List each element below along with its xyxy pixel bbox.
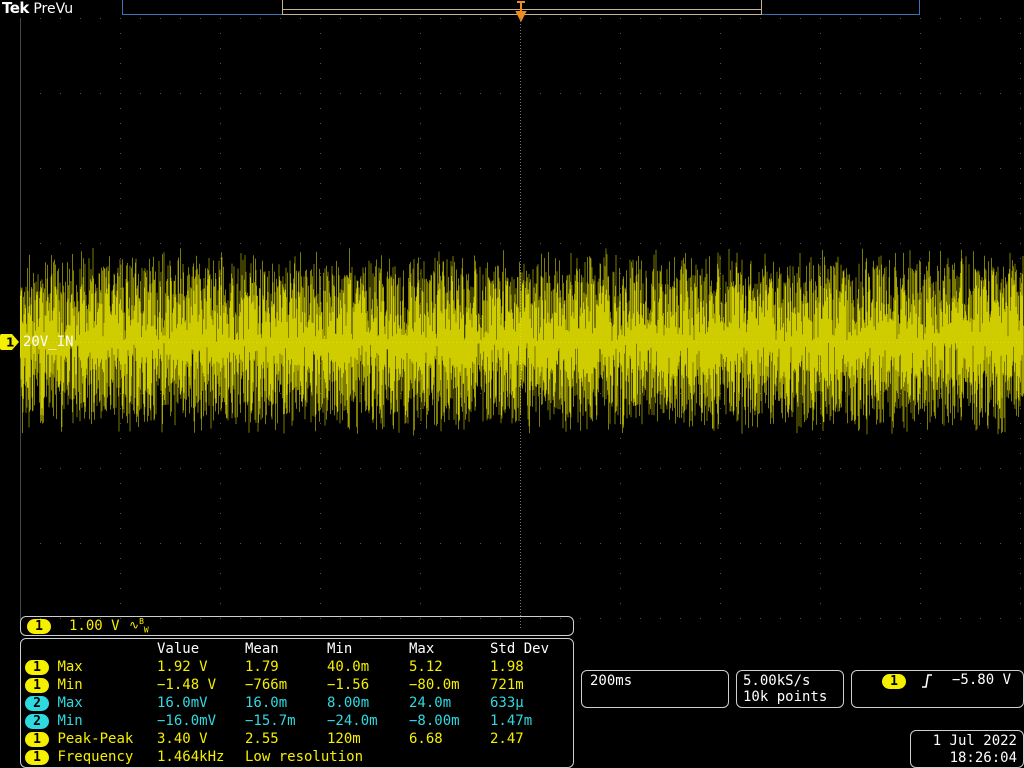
record-length: 10k points — [743, 689, 828, 705]
meas-channel-badge: 1 — [25, 750, 49, 765]
measurement-row[interactable]: 1 Frequency 1.464kHz Low resolution — [25, 748, 560, 766]
meas-min: −24.0m — [327, 713, 378, 729]
meas-std-dev: 2.47 — [490, 731, 524, 747]
meas-mean: 16.0m — [245, 695, 288, 711]
meas-channel-badge: 1 — [25, 732, 49, 747]
col-mean: Mean — [245, 641, 279, 657]
trigger-level: −5.80 V — [952, 672, 1012, 688]
trigger-source-badge: 1 — [882, 674, 906, 689]
tek-brand: Tek PreVu — [2, 0, 73, 17]
ch1-label: 20V_IN — [23, 334, 74, 350]
brand-logo: Tek — [2, 0, 29, 17]
measurement-row[interactable]: 1 Peak-Peak 3.40 V 2.55 120m 6.68 2.47 — [25, 730, 560, 748]
acquisition-readout[interactable]: 5.00kS/s 10k points — [736, 670, 844, 708]
time-per-div: 200ms — [590, 673, 633, 689]
ch1-noise-trace — [20, 248, 1024, 436]
meas-min: 8.00m — [327, 695, 370, 711]
meas-min: 120m — [327, 731, 361, 747]
meas-value: −16.0mV — [157, 713, 217, 729]
col-min: Min — [327, 641, 353, 657]
meas-min: −1.56 — [327, 677, 370, 693]
measurement-row[interactable]: 2 Min −16.0mV −15.7m −24.0m −8.00m 1.47m — [25, 712, 560, 730]
meas-max: 6.68 — [409, 731, 443, 747]
waveform-graticule — [20, 18, 1024, 630]
meas-std-dev: 1.98 — [490, 659, 524, 675]
meas-mean: Low resolution — [245, 749, 364, 765]
date-time-readout[interactable]: 1 Jul 2022 18:26:04 — [910, 730, 1024, 768]
meas-value: 16.0mV — [157, 695, 208, 711]
rising-edge-icon — [922, 674, 932, 688]
measurement-table[interactable]: Value Mean Min Max Std Dev 1 Max 1.92 V 1.… — [20, 638, 574, 768]
acquisition-mode: PreVu — [33, 1, 74, 17]
meas-max: −8.00m — [409, 713, 460, 729]
meas-max: −80.0m — [409, 677, 460, 693]
meas-max: 5.12 — [409, 659, 443, 675]
meas-channel-badge: 1 — [25, 660, 49, 675]
meas-name: Frequency — [57, 749, 134, 765]
meas-name: Min — [57, 713, 83, 729]
measurement-row[interactable]: 1 Min −1.48 V −766m −1.56 −80.0m 721m — [25, 676, 560, 694]
ch1-waveform-trace — [20, 248, 1024, 436]
meas-std-dev: 633μ — [490, 695, 524, 711]
meas-std-dev: 1.47m — [490, 713, 533, 729]
meas-channel-badge: 1 — [25, 678, 49, 693]
meas-name: Min — [57, 677, 83, 693]
meas-value: 3.40 V — [157, 731, 208, 747]
ch1-vertical-scale: 1.00 V — [69, 618, 120, 634]
meas-mean: −15.7m — [245, 713, 296, 729]
date: 1 Jul 2022 — [932, 733, 1017, 749]
col-value: Value — [157, 641, 200, 657]
col-std-dev: Std Dev — [490, 641, 550, 657]
meas-mean: 1.79 — [245, 659, 279, 675]
meas-mean: 2.55 — [245, 731, 279, 747]
svg-text:1: 1 — [6, 336, 14, 350]
meas-min: 40.0m — [327, 659, 370, 675]
bandwidth-limit-icon: ∿BW — [129, 617, 149, 635]
meas-name: Peak-Peak — [57, 731, 134, 747]
sample-rate: 5.00kS/s — [743, 673, 811, 689]
meas-std-dev: 721m — [490, 677, 524, 693]
measurement-header: Value Mean Min Max Std Dev — [25, 640, 560, 658]
time: 18:26:04 — [949, 750, 1017, 766]
meas-channel-badge: 2 — [25, 714, 49, 729]
horizontal-scale-readout[interactable]: 200ms — [581, 670, 729, 708]
meas-channel-badge: 2 — [25, 696, 49, 711]
measurement-row[interactable]: 2 Max 16.0mV 16.0m 8.00m 24.0m 633μ — [25, 694, 560, 712]
measurement-row[interactable]: 1 Max 1.92 V 1.79 40.0m 5.12 1.98 — [25, 658, 560, 676]
channel1-readout[interactable]: 1 1.00 V ∿BW — [20, 616, 574, 636]
trigger-readout[interactable]: 1 −5.80 V — [851, 670, 1024, 708]
meas-value: −1.48 V — [157, 677, 217, 693]
ch1-ground-marker-icon[interactable]: 1 — [0, 334, 19, 350]
meas-value: 1.92 V — [157, 659, 208, 675]
col-max: Max — [409, 641, 435, 657]
ch1-badge: 1 — [27, 619, 51, 634]
meas-mean: −766m — [245, 677, 288, 693]
meas-name: Max — [57, 659, 83, 675]
meas-name: Max — [57, 695, 83, 711]
meas-max: 24.0m — [409, 695, 452, 711]
meas-value: 1.464kHz — [157, 749, 225, 765]
